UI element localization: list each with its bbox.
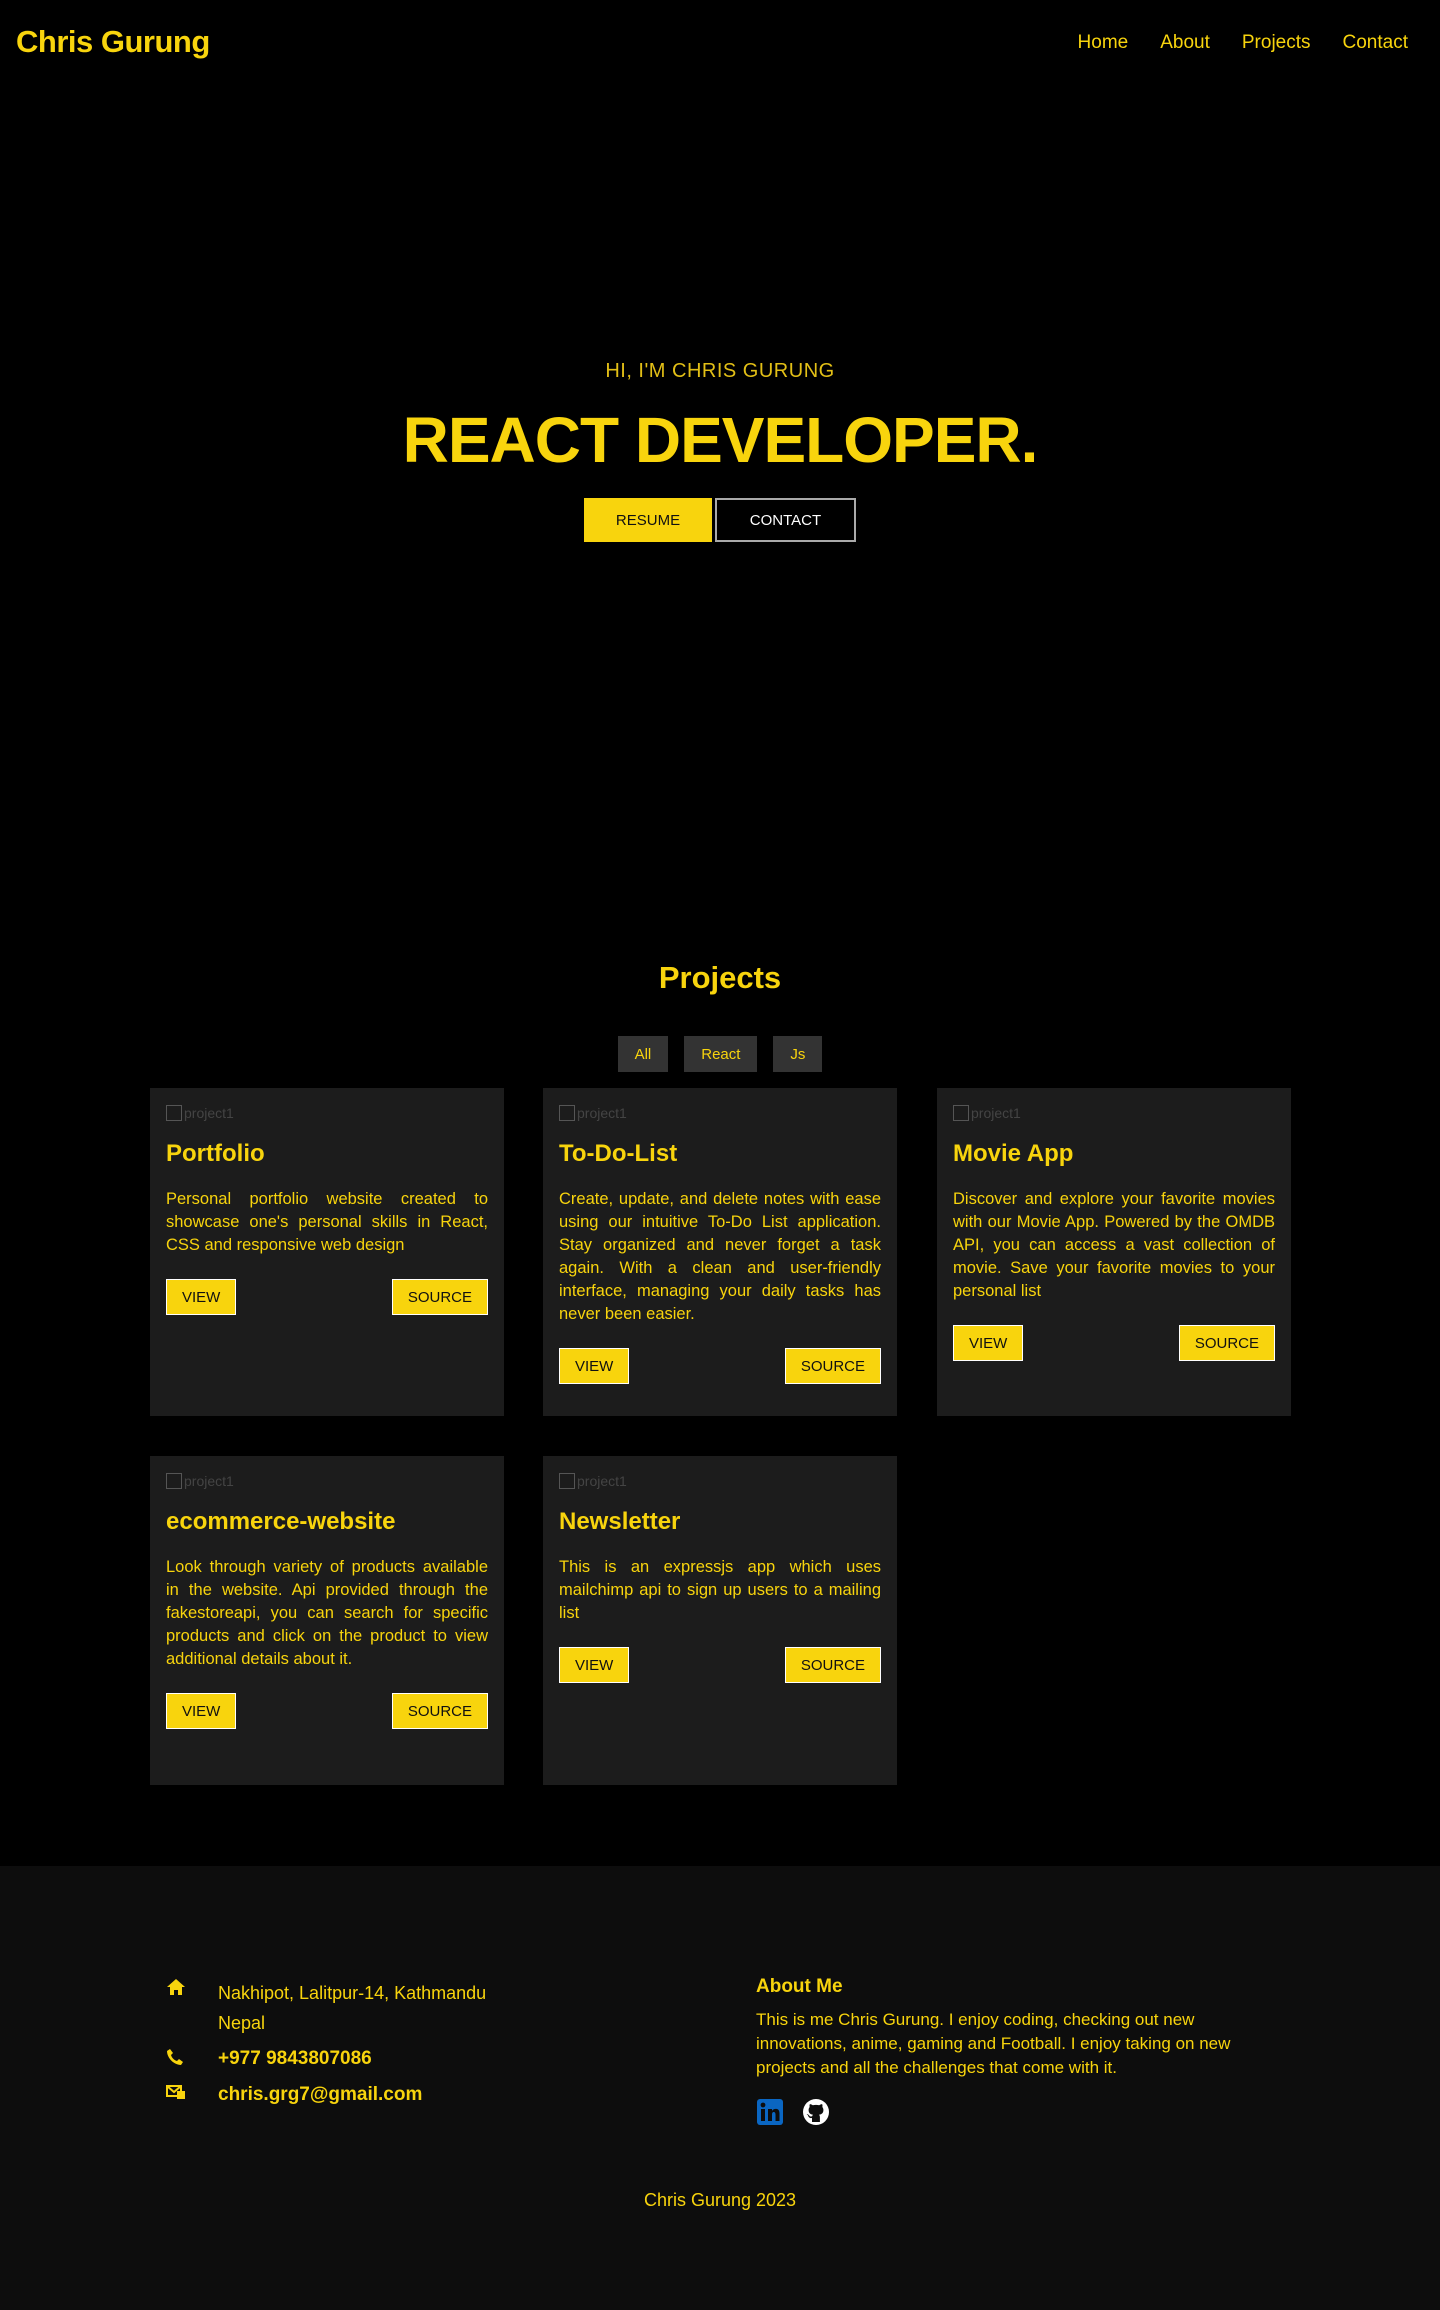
footer: Nakhipot, Lalitpur-14, Kathmandu Nepal +… bbox=[0, 1866, 1440, 2310]
project-image: project1 bbox=[166, 1472, 488, 1490]
phone-row: +977 9843807086 bbox=[166, 2048, 372, 2071]
linkedin-icon[interactable] bbox=[756, 2098, 784, 2126]
about-text: This is me Chris Gurung. I enjoy coding,… bbox=[756, 2010, 1231, 2077]
filter-all-button[interactable]: All bbox=[617, 1036, 669, 1072]
about-me-section: About Me This is me Chris Gurung. I enjo… bbox=[756, 1976, 1276, 2126]
project-image: project1 bbox=[953, 1104, 1275, 1122]
about-title: About Me bbox=[756, 1976, 843, 1997]
filter-js-button[interactable]: Js bbox=[773, 1036, 823, 1072]
github-icon[interactable] bbox=[802, 2098, 830, 2126]
project-title: Movie App bbox=[953, 1140, 1074, 1167]
source-button[interactable]: SOURCE bbox=[784, 1647, 881, 1683]
project-title: Portfolio bbox=[166, 1140, 265, 1167]
broken-image-icon bbox=[953, 1105, 969, 1121]
address-line1: Nakhipot, Lalitpur-14, Kathmandu bbox=[218, 1983, 487, 2003]
nav-link-about[interactable]: About bbox=[1160, 32, 1210, 54]
project-description: Personal portfolio website created to sh… bbox=[166, 1190, 488, 1254]
contact-button[interactable]: CONTACT bbox=[715, 498, 856, 542]
phone-number[interactable]: +977 9843807086 bbox=[218, 2048, 372, 2071]
project-card-portfolio: project1 Portfolio Personal portfolio we… bbox=[150, 1088, 504, 1416]
project-image: project1 bbox=[559, 1472, 881, 1490]
project-image: project1 bbox=[559, 1104, 881, 1122]
phone-icon bbox=[166, 2048, 188, 2071]
broken-image-icon bbox=[166, 1473, 182, 1489]
nav-link-home[interactable]: Home bbox=[1078, 32, 1129, 54]
view-button[interactable]: VIEW bbox=[166, 1279, 237, 1315]
project-card-movie-app: project1 Movie App Discover and explore … bbox=[937, 1088, 1291, 1416]
source-button[interactable]: SOURCE bbox=[784, 1348, 881, 1384]
hero-section: HI, I'M CHRIS GURUNG REACT DEVELOPER. RE… bbox=[0, 360, 1440, 542]
address-line2: Nepal bbox=[218, 2013, 266, 2033]
project-title: Newsletter bbox=[559, 1508, 681, 1535]
email-row: chris.grg7@gmail.com bbox=[166, 2084, 422, 2106]
project-filters: All React Js bbox=[0, 1036, 1440, 1072]
nav-link-projects[interactable]: Projects bbox=[1242, 32, 1311, 54]
broken-image-icon bbox=[166, 1105, 182, 1121]
project-title: To-Do-List bbox=[559, 1140, 678, 1167]
source-button[interactable]: SOURCE bbox=[1178, 1325, 1275, 1361]
view-button[interactable]: VIEW bbox=[559, 1348, 630, 1384]
broken-image-icon bbox=[559, 1473, 575, 1489]
mail-icon bbox=[166, 2084, 188, 2106]
copyright-text: Chris Gurung 2023 bbox=[643, 2190, 797, 2210]
project-description: Create, update, and delete notes with ea… bbox=[559, 1190, 881, 1323]
project-title: ecommerce-website bbox=[166, 1508, 396, 1535]
project-card-newsletter: project1 Newsletter This is an expressjs… bbox=[543, 1456, 897, 1785]
project-card-ecommerce: project1 ecommerce-website Look through … bbox=[150, 1456, 504, 1785]
project-description: Discover and explore your favorite movie… bbox=[953, 1190, 1275, 1300]
email-address[interactable]: chris.grg7@gmail.com bbox=[218, 2084, 422, 2106]
filter-react-button[interactable]: React bbox=[684, 1036, 758, 1072]
source-button[interactable]: SOURCE bbox=[391, 1693, 488, 1729]
nav-links: Home About Projects Contact bbox=[1078, 32, 1408, 54]
home-icon bbox=[166, 1978, 188, 2038]
address-row: Nakhipot, Lalitpur-14, Kathmandu Nepal bbox=[166, 1978, 486, 2038]
hero-kicker: HI, I'M CHRIS GURUNG bbox=[605, 360, 835, 382]
project-card-todo-list: project1 To-Do-List Create, update, and … bbox=[543, 1088, 897, 1416]
projects-heading: Projects bbox=[658, 960, 782, 995]
broken-image-icon bbox=[559, 1105, 575, 1121]
social-links bbox=[756, 2098, 1276, 2126]
nav-link-contact[interactable]: Contact bbox=[1343, 32, 1408, 54]
resume-button[interactable]: RESUME bbox=[584, 498, 712, 542]
project-description: Look through variety of products availab… bbox=[166, 1558, 488, 1668]
project-image: project1 bbox=[166, 1104, 488, 1122]
brand-logo[interactable]: Chris Gurung bbox=[16, 24, 210, 60]
view-button[interactable]: VIEW bbox=[953, 1325, 1024, 1361]
view-button[interactable]: VIEW bbox=[166, 1693, 237, 1729]
source-button[interactable]: SOURCE bbox=[391, 1279, 488, 1315]
view-button[interactable]: VIEW bbox=[559, 1647, 630, 1683]
hero-title: REACT DEVELOPER. bbox=[402, 404, 1039, 476]
project-description: This is an expressjs app which uses mail… bbox=[559, 1558, 881, 1622]
hero-buttons: RESUME CONTACT bbox=[0, 498, 1440, 542]
top-navbar: Chris Gurung Home About Projects Contact bbox=[0, 0, 1440, 90]
